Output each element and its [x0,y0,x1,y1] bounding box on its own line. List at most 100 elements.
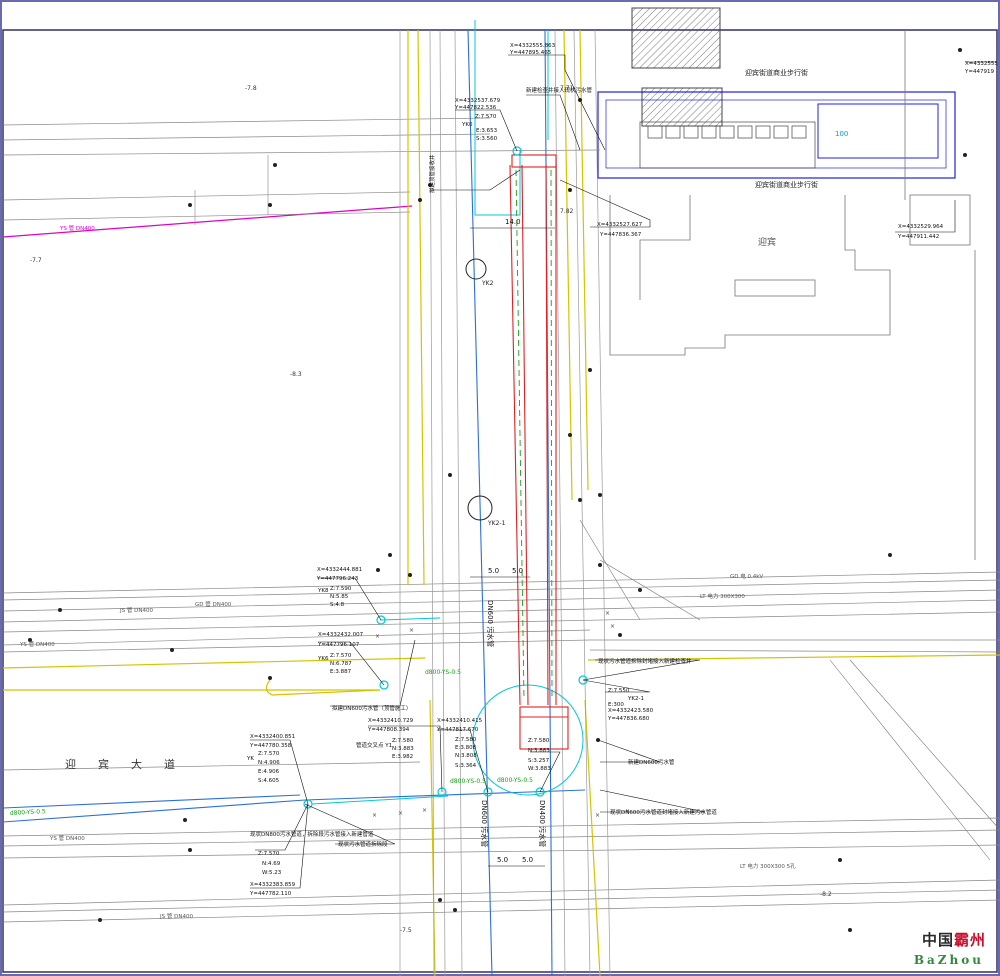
svg-text:X=4332555.863: X=4332555.863 [510,43,556,49]
callout-12: Z:7.550YK2-1E:300X=4332423.580Y=447836.6… [607,688,654,722]
svg-text:Z:7.580: Z:7.580 [392,738,414,744]
svg-text:X=4332410.415: X=4332410.415 [437,718,483,724]
cad-drawing: 100 d800-YS-0.5 d800-YS-0.5 d800-YS-0.5 … [0,0,1000,976]
note-right-1: 现状污水管道拆除封堵接入新建检查井 [598,657,692,665]
pipe-label-main: DN400 污水管 [538,800,547,847]
callout-2: X=4332537.679Y=447822.536 Z:7.570YK0E:3.6… [454,98,501,142]
green-label-4: d800-YS-0.5 [425,669,461,676]
note-right-2: 新建DN600污水管 [628,758,675,766]
svg-text:×: × [422,807,427,814]
svg-text:Z:7.570: Z:7.570 [475,114,497,120]
svg-text:N:4.906: N:4.906 [258,760,280,766]
survey-points [28,48,967,932]
svg-text:X=4332423.580: X=4332423.580 [608,708,654,714]
svg-text:Y=447782.110: Y=447782.110 [249,891,292,897]
pink-pipe [2,205,413,238]
svg-text:×: × [409,627,414,634]
label-right-lt: LT 电力 300X300 [700,592,745,600]
svg-text:S:4.8: S:4.8 [330,602,345,608]
green-label-1: d800-YS-0.5 [10,808,46,817]
note-side: 拟建顶管接收井 [428,154,436,193]
svg-text:W:3.883: W:3.883 [528,766,551,772]
svg-text:X=4332529.964: X=4332529.964 [898,224,944,230]
svg-text:×: × [605,610,610,617]
svg-text:Y=447919: Y=447919 [964,69,994,75]
road-edges [2,29,1000,976]
svg-text:N:4.69: N:4.69 [262,861,281,867]
svg-text:管道交叉点 Y1: 管道交叉点 Y1 [356,741,392,749]
drawing-border [2,29,998,973]
svg-text:Y=447796.243: Y=447796.243 [316,576,359,582]
pipe-label-left: DN600 污水管 [480,800,489,847]
svg-text:X=4332432.007: X=4332432.007 [318,632,364,638]
label-mid-ys: YS 管 DN400 [19,640,55,648]
svg-text:E:3.808: E:3.808 [455,745,477,751]
svg-text:×: × [625,808,630,815]
svg-text:N:3.808: N:3.808 [455,753,477,759]
svg-text:N:3.883: N:3.883 [528,748,550,754]
note-left-1: 现状DN800污水管道，拆除段污水管接入新建管道 [250,830,374,838]
svg-text:E:3.653: E:3.653 [476,128,498,134]
svg-text:×: × [375,633,380,640]
svg-text:Z:7.550: Z:7.550 [608,688,630,694]
green-label-2: d800-YS-0.5 [450,778,486,785]
svg-text:S:3.560: S:3.560 [476,136,498,142]
note-mid-left: 拟建DN600污水管（顶管施工） [332,704,411,712]
svg-text:Y=447817.670: Y=447817.670 [436,727,479,733]
svg-text:X=4332537.679: X=4332537.679 [455,98,501,104]
svg-text:YK6: YK6 [317,656,329,662]
svg-text:W:5.23: W:5.23 [262,870,282,876]
elev-7: 7.82 [560,208,574,215]
svg-text:E:3.887: E:3.887 [330,669,352,675]
svg-text:Y=447911.442: Y=447911.442 [897,234,939,240]
svg-text:X=4332383.859: X=4332383.859 [250,882,296,888]
svg-text:X=4332410.729: X=4332410.729 [368,718,414,724]
note-top: 新建检查井接入现状污水管 [526,86,593,94]
svg-text:YK8: YK8 [317,588,329,594]
dim-bot-right: 5.0 [522,856,533,864]
well-yk2-1: YK2-1 [487,520,506,527]
svg-text:YK2-1: YK2-1 [627,696,644,702]
svg-text:Y=447808.394: Y=447808.394 [367,727,410,733]
svg-text:×: × [398,810,403,817]
svg-text:Y=447822.536: Y=447822.536 [454,105,497,111]
callouts: X=4332555.863Y=447895.465 X=4332537.679Y… [246,43,998,897]
svg-text:X=4332444.881: X=4332444.881 [317,567,362,573]
road-name: 迎宾大道 [65,757,197,771]
callout-11: X=4332383.859 Y=447782.110 [249,882,296,897]
svg-text:Y=447796.107: Y=447796.107 [317,642,360,648]
callout-1: X=4332555.863Y=447895.465 [509,43,556,56]
label-right-gd: GD 电 0.4kV [730,572,763,580]
svg-text:X=4332555: X=4332555 [965,61,998,67]
svg-text:S:3.364: S:3.364 [455,763,477,769]
note-left-2: 现状污水管道拆除段 [338,840,388,848]
svg-text:N:5.85: N:5.85 [330,594,349,600]
green-label-3: d800-YS-0.5 [497,777,533,784]
svg-text:X=4332400.851: X=4332400.851 [250,734,295,740]
block-label: 迎宾 [758,236,776,248]
svg-text:YK: YK [246,756,254,762]
svg-text:Y=447836.367: Y=447836.367 [599,232,642,238]
svg-text:Z:7.580: Z:7.580 [455,737,477,743]
watermark-en: BaZhou [913,953,984,967]
callout-7: X=4332410.729 Y=447808.394 管道交叉点 Y1Z:7.580… [356,718,414,760]
elev-4: -8.2 [820,891,832,898]
svg-text:X=4332527.627: X=4332527.627 [597,222,643,228]
svg-text:Y=447836.680: Y=447836.680 [607,716,650,722]
svg-text:Z:7.570: Z:7.570 [258,851,280,857]
svg-text:YK0: YK0 [461,122,473,128]
dim-mid-right: 5.0 [512,567,523,575]
svg-text:E:3.982: E:3.982 [392,754,413,760]
callout-5: X=4332444.881 Y=447796.243 YK8 Z:7.590 N:5.8… [316,567,362,608]
cyan-lines [311,20,584,805]
elev-1: -7.7 [30,257,42,264]
label-pink: YS 管 DN400 [59,224,95,232]
watermark-cn: 中国霸州 [921,931,986,949]
label-mid-gd: GD 管 DN400 [195,600,232,608]
svg-text:Z:7.590: Z:7.590 [330,586,352,592]
svg-text:S:4.605: S:4.605 [258,778,280,784]
callout-13: Z:7.580 N:3.883 S:3.257 W:3.883 [528,738,551,772]
dim-top: 14.0 [505,218,521,226]
callout-14: X=4332555 Y=447919 [964,61,998,75]
svg-text:Z:7.570: Z:7.570 [330,653,352,659]
